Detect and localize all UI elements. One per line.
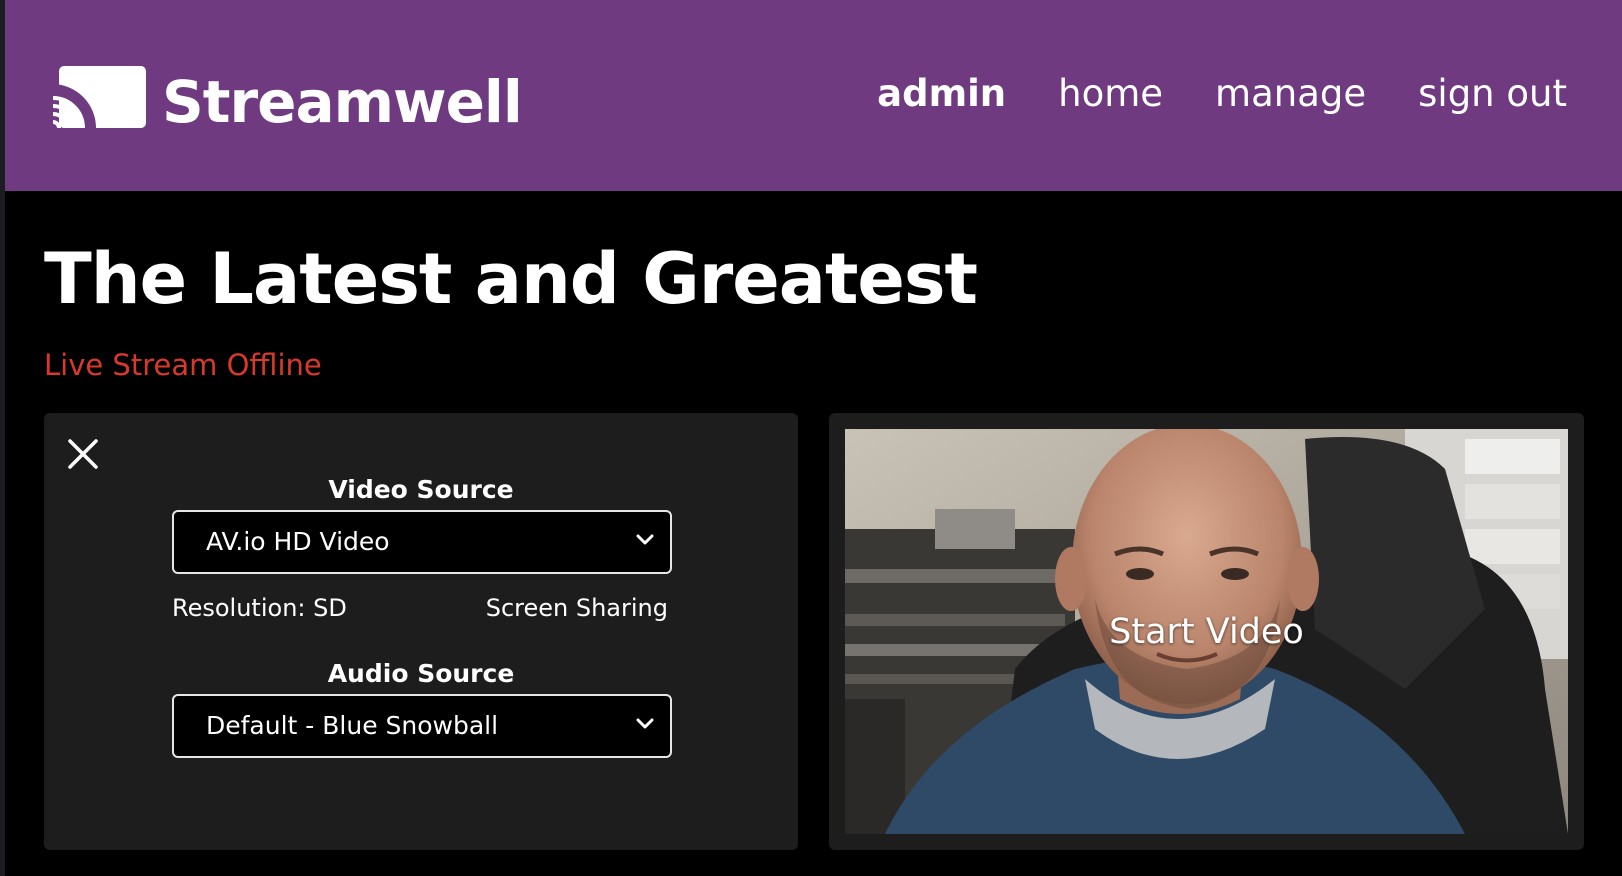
screen-sharing-link[interactable]: Screen Sharing	[486, 594, 668, 622]
audio-source-label: Audio Source	[327, 659, 515, 688]
video-source-select[interactable]: AV.io HD Video	[172, 510, 672, 574]
chevron-down-icon	[636, 534, 654, 546]
video-source-value: AV.io HD Video	[206, 527, 390, 556]
source-settings-panel: Video Source AV.io HD Video Resolution: …	[44, 413, 798, 850]
main-nav: admin home manage sign out	[877, 72, 1567, 115]
audio-source-select[interactable]: Default - Blue Snowball	[172, 694, 672, 758]
nav-admin[interactable]: admin	[877, 72, 1006, 115]
brand-name: Streamwell	[162, 68, 523, 136]
brand-logo[interactable]: Streamwell	[52, 64, 523, 136]
nav-home[interactable]: home	[1058, 72, 1163, 115]
video-preview-panel: Start Video	[829, 413, 1584, 850]
close-icon[interactable]	[66, 437, 100, 471]
stream-status: Live Stream Offline	[44, 348, 322, 382]
page-title: The Latest and Greatest	[44, 238, 978, 320]
video-source-label: Video Source	[328, 475, 514, 504]
cast-icon	[52, 66, 148, 134]
start-video-overlay[interactable]: Start Video	[845, 612, 1568, 652]
camera-preview[interactable]: Start Video	[845, 429, 1568, 834]
top-header: Streamwell admin home manage sign out	[5, 0, 1622, 191]
audio-source-value: Default - Blue Snowball	[206, 711, 499, 740]
nav-manage[interactable]: manage	[1215, 72, 1366, 115]
chevron-down-icon	[636, 718, 654, 730]
resolution-label: Resolution: SD	[172, 594, 347, 622]
nav-sign-out[interactable]: sign out	[1418, 72, 1567, 115]
